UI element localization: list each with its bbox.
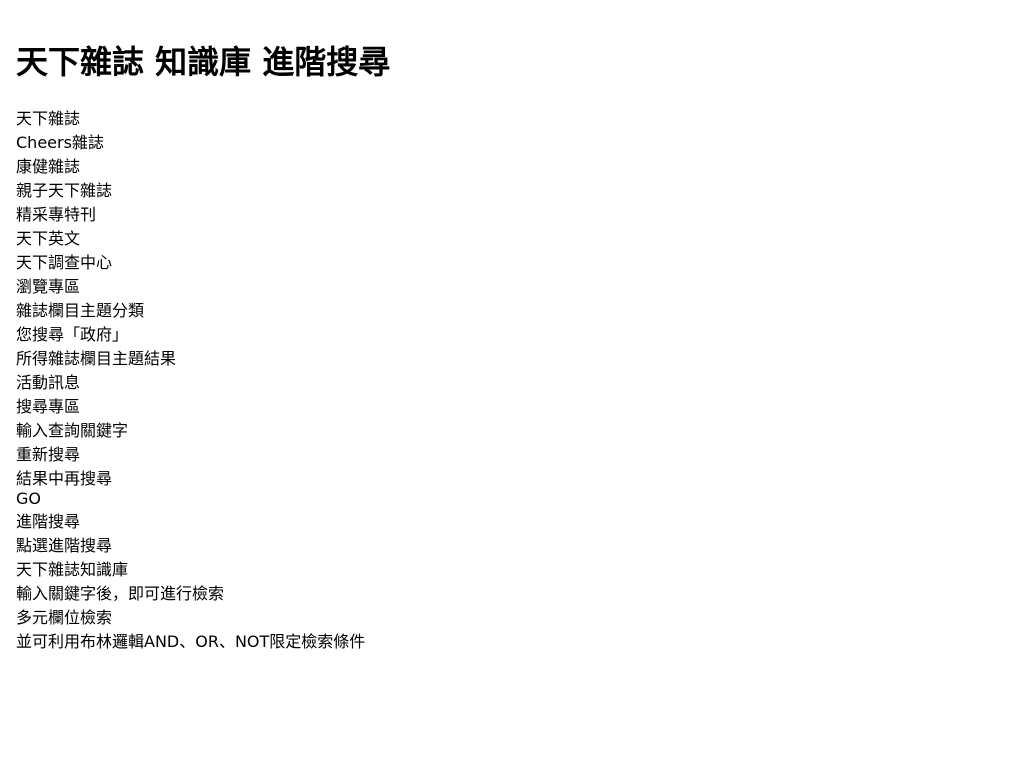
line-16: GO bbox=[16, 488, 41, 508]
line-22: 並可利用布林邏輯AND、OR、NOT限定檢索條件 bbox=[16, 631, 366, 651]
line-2: 康健雜誌 bbox=[16, 156, 81, 176]
line-17: 進階搜尋 bbox=[16, 511, 81, 531]
line-15: 結果中再搜尋 bbox=[16, 468, 113, 488]
line-5: 天下英文 bbox=[16, 228, 81, 248]
line-14: 重新搜尋 bbox=[16, 444, 81, 464]
line-6: 天下調查中心 bbox=[16, 252, 113, 272]
line-21: 多元欄位檢索 bbox=[16, 607, 113, 627]
line-11: 活動訊息 bbox=[16, 372, 81, 392]
line-1: Cheers雜誌 bbox=[16, 132, 104, 152]
line-3: 親子天下雜誌 bbox=[16, 180, 113, 200]
line-7: 瀏覽專區 bbox=[16, 276, 81, 296]
line-0: 天下雜誌 bbox=[16, 108, 81, 128]
line-12: 搜尋專區 bbox=[16, 396, 81, 416]
line-20: 輸入關鍵字後，即可進行檢索 bbox=[16, 583, 225, 603]
line-10: 所得雜誌欄目主題結果 bbox=[16, 348, 177, 368]
line-8: 雜誌欄目主題分類 bbox=[16, 300, 145, 320]
line-9: 您搜尋「政府」 bbox=[16, 324, 129, 344]
line-4: 精采專特刊 bbox=[16, 204, 97, 224]
title: 天下雜誌 知識庫 進階搜尋 bbox=[16, 43, 391, 82]
line-13: 輸入查詢關鍵字 bbox=[16, 420, 129, 440]
line-19: 天下雜誌知識庫 bbox=[16, 559, 129, 579]
line-18: 點選進階搜尋 bbox=[16, 535, 113, 555]
